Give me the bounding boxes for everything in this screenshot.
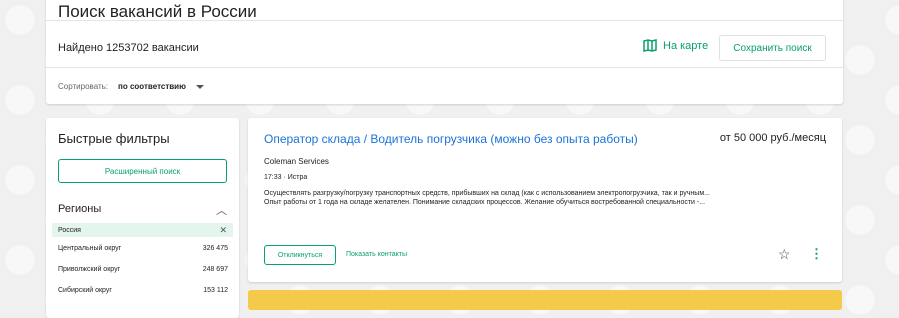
- page-title: Поиск вакансий в России: [58, 2, 257, 21]
- filters-title: Быстрые фильтры: [58, 131, 170, 146]
- sort-control[interactable]: Сортировать: по соответствию: [58, 82, 204, 91]
- divider: [46, 20, 843, 21]
- region-item[interactable]: Приволжский округ 248 697: [58, 266, 228, 273]
- map-icon: [643, 39, 657, 52]
- region-name: Сибирский округ: [58, 287, 112, 294]
- sort-value[interactable]: по соответствию: [118, 82, 186, 91]
- advanced-search-button[interactable]: Расширенный поиск: [58, 159, 227, 183]
- quick-filters-panel: Быстрые фильтры Расширенный поиск Регион…: [46, 118, 239, 318]
- map-link[interactable]: На карте: [643, 39, 708, 52]
- region-item[interactable]: Сибирский округ 153 112: [58, 287, 228, 294]
- region-item[interactable]: Центральный округ 326 475: [58, 245, 228, 252]
- promo-banner: [248, 290, 842, 310]
- vacancy-description: Осуществлять разгрузку/погрузку транспор…: [264, 190, 824, 207]
- vacancy-description-line: Опыт работы от 1 года на складе желателе…: [264, 198, 706, 206]
- sort-label: Сортировать:: [58, 82, 109, 91]
- vacancy-company: Coleman Services: [264, 157, 329, 166]
- regions-title: Регионы: [58, 203, 102, 215]
- divider: [46, 67, 843, 68]
- region-count: 326 475: [202, 245, 228, 252]
- selected-region-label: Россия: [58, 226, 81, 234]
- show-contacts-link[interactable]: Показать контакты: [346, 251, 407, 258]
- close-icon[interactable]: ✕: [219, 225, 227, 236]
- vacancy-description-line: Осуществлять разгрузку/погрузку транспор…: [264, 190, 710, 197]
- selected-region-chip[interactable]: Россия ✕: [52, 223, 233, 237]
- map-link-label: На карте: [663, 39, 709, 52]
- vacancy-title-link[interactable]: Оператор склада / Водитель погрузчика (м…: [264, 132, 638, 146]
- region-count: 248 697: [202, 266, 228, 273]
- vacancy-meta: 17:33 · Истра: [264, 174, 308, 181]
- vacancy-salary: от 50 000 руб./месяц: [719, 132, 826, 144]
- respond-button[interactable]: Откликнуться: [264, 245, 336, 265]
- region-name: Центральный округ: [58, 245, 122, 252]
- vacancy-card: Оператор склада / Водитель погрузчика (м…: [248, 118, 842, 282]
- save-search-button[interactable]: Сохранить поиск: [719, 35, 826, 61]
- chevron-up-icon[interactable]: ︿: [216, 202, 227, 218]
- search-header-card: Поиск вакансий в России Найдено 1253702 …: [46, 0, 843, 104]
- chevron-down-icon[interactable]: [195, 84, 204, 89]
- region-name: Приволжский округ: [58, 266, 121, 273]
- star-icon[interactable]: ☆: [778, 246, 791, 263]
- more-vertical-icon[interactable]: ⋮: [810, 246, 823, 262]
- results-count: Найдено 1253702 вакансии: [58, 42, 199, 54]
- region-count: 153 112: [203, 287, 228, 294]
